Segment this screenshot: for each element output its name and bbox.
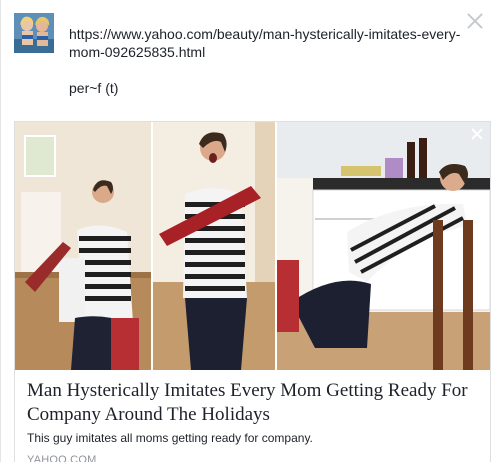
- close-icon[interactable]: [470, 127, 484, 141]
- link-preview-image[interactable]: [15, 122, 490, 370]
- close-icon[interactable]: [464, 10, 486, 32]
- post-text[interactable]: https://www.yahoo.com/beauty/man-hysteri…: [69, 25, 464, 97]
- post-url[interactable]: https://www.yahoo.com/beauty/man-hysteri…: [69, 26, 460, 60]
- link-domain: YAHOO.COM: [27, 454, 97, 462]
- share-composer: https://www.yahoo.com/beauty/man-hysteri…: [0, 0, 497, 462]
- link-description: This guy imitates all moms getting ready…: [27, 431, 313, 445]
- post-signature: per~f (t): [69, 80, 119, 96]
- link-title[interactable]: Man Hysterically Imitates Every Mom Gett…: [27, 379, 479, 427]
- avatar[interactable]: [14, 13, 54, 53]
- link-preview-card[interactable]: Man Hysterically Imitates Every Mom Gett…: [14, 121, 491, 462]
